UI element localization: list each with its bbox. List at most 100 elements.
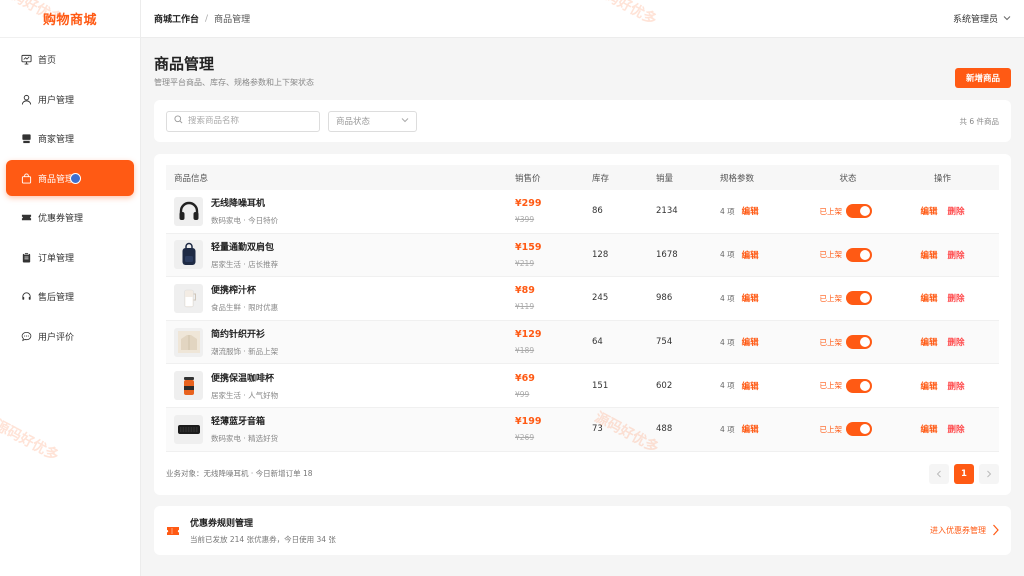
- status-toggle[interactable]: [846, 291, 872, 306]
- product-table: 商品信息 销售价 库存 销量 规格参数 状态 操作 无线降噪耳机 数码家电 · …: [154, 154, 1011, 495]
- product-name[interactable]: 轻薄蓝牙音箱: [211, 414, 278, 427]
- product-name[interactable]: 便携榨汁杯: [211, 283, 278, 296]
- edit-button[interactable]: 编辑: [920, 336, 937, 348]
- edit-spec-link[interactable]: 编辑: [742, 380, 759, 392]
- status-toggle[interactable]: [846, 422, 872, 437]
- table-footer: 业务对象：无线降噪耳机 · 今日新增订单 18 1: [166, 452, 999, 496]
- original-price: ¥219: [515, 258, 535, 268]
- product-info-cell: 便携保温咖啡杯 居家生活 · 人气好物: [166, 371, 515, 401]
- sidebar-item-label: 订单管理: [38, 253, 75, 264]
- sale-price: ¥199: [515, 416, 542, 428]
- search-input[interactable]: [188, 116, 308, 126]
- product-name[interactable]: 简约针织开衫: [211, 327, 278, 340]
- delete-button[interactable]: 删除: [948, 205, 965, 217]
- status-toggle[interactable]: [846, 335, 872, 350]
- add-product-button[interactable]: 新增商品: [955, 68, 1011, 88]
- edit-spec-link[interactable]: 编辑: [742, 205, 759, 217]
- spec-cell: 4 项 编辑: [720, 292, 810, 305]
- breadcrumb-separator: /: [205, 13, 209, 24]
- clipboard-icon: [21, 252, 32, 263]
- breadcrumb: 商城工作台 / 商品管理: [154, 12, 251, 26]
- breadcrumb-current: 商品管理: [214, 15, 251, 25]
- sidebar-item-users[interactable]: 用户管理: [6, 81, 134, 117]
- table-header: 商品信息 销售价 库存 销量 规格参数 状态 操作: [166, 165, 999, 190]
- product-info-cell: 轻量通勤双肩包 居家生活 · 店长推荐: [166, 240, 515, 270]
- spec-cell: 4 项 编辑: [720, 205, 810, 218]
- admin-label: 系统管理员: [952, 15, 998, 25]
- actions-cell: 编辑 删除: [886, 292, 999, 304]
- actions-cell: 编辑 删除: [886, 336, 999, 348]
- edit-spec-link[interactable]: 编辑: [742, 423, 759, 435]
- sidebar-item-label: 售后管理: [38, 293, 75, 303]
- spec-count: 4 项: [720, 337, 735, 347]
- brand-name: 购物商城: [42, 13, 97, 28]
- price-cell: ¥89 ¥119: [515, 285, 592, 311]
- spec-cell: 4 项 编辑: [720, 380, 810, 392]
- price-cell: ¥129 ¥189: [515, 329, 592, 355]
- delete-button[interactable]: 删除: [948, 336, 965, 348]
- stock-value: 64: [592, 337, 603, 348]
- status-text: 已上架: [819, 381, 843, 391]
- prev-page-button[interactable]: [929, 463, 949, 484]
- price-cell: ¥69 ¥99: [515, 373, 592, 399]
- coupon-management-link[interactable]: 进入优惠券管理: [930, 524, 999, 538]
- edit-button[interactable]: 编辑: [920, 423, 937, 435]
- edit-button[interactable]: 编辑: [920, 292, 937, 304]
- edit-spec-link[interactable]: 编辑: [742, 336, 759, 348]
- page-number-button[interactable]: 1: [954, 463, 974, 484]
- user-icon: [21, 94, 32, 105]
- status-toggle[interactable]: [846, 378, 872, 393]
- admin-menu[interactable]: 系统管理员: [953, 12, 1011, 25]
- sidebar-item-products[interactable]: 商品管理: [6, 160, 134, 196]
- search-box[interactable]: [166, 110, 320, 132]
- product-name[interactable]: 无线降噪耳机: [211, 196, 278, 209]
- sidebar-menu: 首页 用户管理 商家管理 商品管理 优惠券管理 订单管理 售后管理 用户评价: [0, 42, 140, 355]
- delete-button[interactable]: 删除: [948, 249, 965, 261]
- product-thumbnail: [174, 371, 203, 401]
- brand-logo[interactable]: 购物商城: [0, 0, 140, 38]
- edit-button[interactable]: 编辑: [920, 249, 937, 261]
- delete-button[interactable]: 删除: [948, 292, 965, 304]
- status-toggle[interactable]: [846, 247, 872, 262]
- edit-button[interactable]: 编辑: [920, 205, 937, 217]
- status-select-placeholder: 商品状态: [336, 117, 371, 127]
- product-name[interactable]: 轻量通勤双肩包: [211, 240, 278, 253]
- sidebar: 购物商城 首页 用户管理 商家管理 商品管理 优惠券管理 订单管理 售后管理 用…: [0, 0, 141, 576]
- sidebar-item-reviews[interactable]: 用户评价: [6, 318, 134, 354]
- product-info-cell: 便携榨汁杯 食品生鲜 · 限时优惠: [166, 283, 515, 313]
- column-header: 销量: [656, 173, 674, 184]
- column-header: 规格参数: [720, 173, 755, 184]
- sales-value: 754: [656, 337, 673, 348]
- status-select[interactable]: 商品状态: [328, 110, 417, 132]
- sales-value: 488: [656, 424, 673, 435]
- status-text: 已上架: [819, 250, 843, 260]
- breadcrumb-root[interactable]: 商城工作台: [154, 12, 199, 25]
- delete-button[interactable]: 删除: [948, 423, 965, 435]
- product-info-cell: 无线降噪耳机 数码家电 · 今日特价: [166, 196, 515, 226]
- sidebar-item-aftersales[interactable]: 售后管理: [6, 279, 134, 315]
- status-toggle[interactable]: [846, 204, 872, 219]
- status-cell: 已上架: [810, 204, 886, 219]
- edit-spec-link[interactable]: 编辑: [742, 292, 759, 304]
- chevron-right-icon: [992, 524, 999, 538]
- next-page-button[interactable]: [979, 463, 999, 484]
- sidebar-item-coupons[interactable]: 优惠券管理: [6, 200, 134, 236]
- edit-button[interactable]: 编辑: [920, 380, 937, 392]
- column-header: 状态: [839, 173, 857, 184]
- sidebar-item-orders[interactable]: 订单管理: [6, 239, 134, 275]
- pagination: 1: [929, 463, 999, 484]
- store-icon: [21, 133, 32, 144]
- sidebar-item-merchants[interactable]: 商家管理: [6, 121, 134, 157]
- edit-spec-link[interactable]: 编辑: [742, 249, 759, 261]
- coupon-link-label: 进入优惠券管理: [930, 526, 986, 535]
- spec-count: 4 项: [720, 250, 735, 260]
- status-cell: 已上架: [810, 378, 886, 393]
- monitor-icon: [21, 54, 32, 65]
- price-cell: ¥199 ¥269: [515, 416, 592, 442]
- product-name[interactable]: 便携保温咖啡杯: [211, 371, 278, 384]
- sidebar-item-label: 商品管理: [38, 174, 75, 185]
- sidebar-item-home[interactable]: 首页: [6, 42, 134, 78]
- stock-value: 73: [592, 424, 603, 435]
- product-meta: 食品生鲜 · 限时优惠: [211, 303, 279, 313]
- delete-button[interactable]: 删除: [948, 380, 965, 392]
